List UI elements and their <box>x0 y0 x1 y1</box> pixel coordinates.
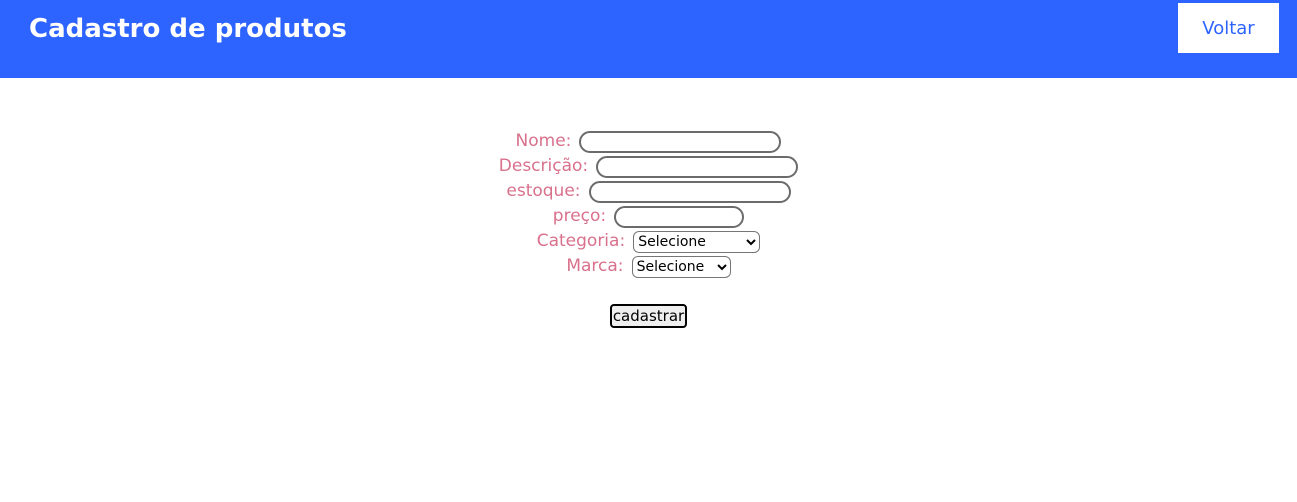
submit-button[interactable]: cadastrar <box>609 304 688 328</box>
price-label: preço: <box>552 206 607 226</box>
stock-row: estoque: <box>0 178 1297 203</box>
brand-select[interactable]: Selecione <box>631 255 731 278</box>
price-row: preço: <box>0 203 1297 228</box>
brand-row: Marca: Selecione <box>0 253 1297 278</box>
name-label: Nome: <box>515 131 572 151</box>
category-select[interactable]: Selecione <box>633 230 761 253</box>
stock-input[interactable] <box>588 180 791 203</box>
description-label: Descrição: <box>498 156 589 176</box>
brand-label: Marca: <box>566 256 624 276</box>
stock-label: estoque: <box>506 181 581 201</box>
description-input[interactable] <box>596 155 799 178</box>
submit-row: cadastrar <box>0 303 1297 328</box>
category-row: Categoria: Selecione <box>0 228 1297 253</box>
name-row: Nome: <box>0 128 1297 153</box>
description-row: Descrição: <box>0 153 1297 178</box>
price-input[interactable] <box>614 205 745 228</box>
page-title: Cadastro de produtos <box>29 14 347 44</box>
back-button[interactable]: Voltar <box>1178 3 1279 53</box>
name-input[interactable] <box>579 130 782 153</box>
header-bar: Cadastro de produtos Voltar <box>0 0 1297 78</box>
product-form: Nome: Descrição: estoque: preço: Categor… <box>0 128 1297 328</box>
category-label: Categoria: <box>536 231 626 251</box>
